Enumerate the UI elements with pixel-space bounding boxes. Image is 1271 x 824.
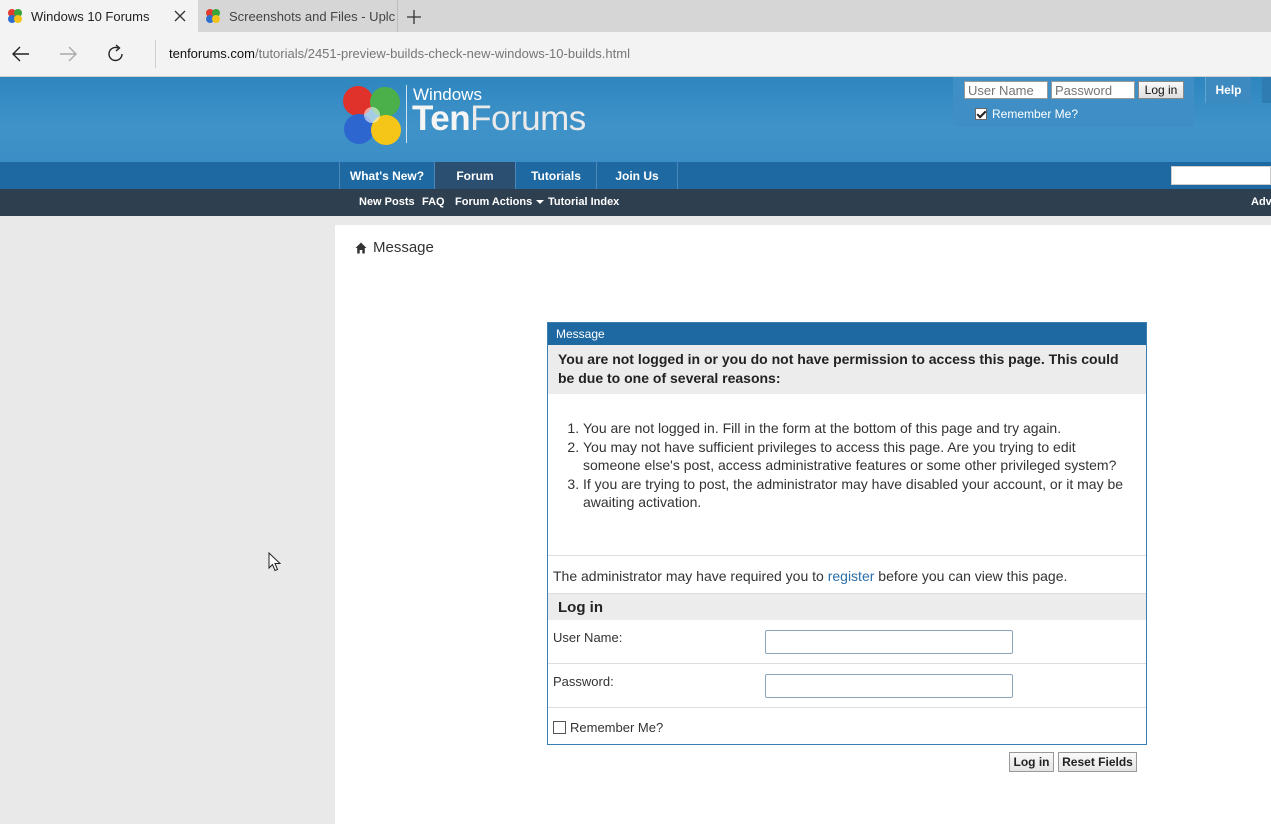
site-header: Windows TenForums Log in Remember Me? He… bbox=[0, 77, 1271, 162]
register-text-before: The administrator may have required you … bbox=[553, 568, 828, 584]
search-input[interactable] bbox=[1171, 166, 1271, 185]
logo-text-forums: Forums bbox=[470, 99, 586, 138]
header-login-button[interactable]: Log in bbox=[1138, 81, 1184, 99]
login-submit-button[interactable]: Log in bbox=[1009, 752, 1054, 772]
subnav-advanced-search[interactable]: Adv bbox=[1251, 189, 1271, 216]
message-box: Message You are not logged in or you do … bbox=[547, 322, 1147, 745]
subnav-tutorial-index[interactable]: Tutorial Index bbox=[548, 189, 619, 216]
message-box-title: Message bbox=[548, 323, 1146, 345]
reason-item: If you are trying to post, the administr… bbox=[583, 475, 1126, 512]
permission-warning: You are not logged in or you do not have… bbox=[548, 345, 1146, 394]
back-arrow-icon[interactable] bbox=[10, 43, 32, 65]
tab-whats-new[interactable]: What's New? bbox=[339, 162, 435, 189]
tenforums-favicon-icon bbox=[206, 9, 220, 23]
remember-me-row[interactable]: Remember Me? bbox=[548, 708, 1146, 746]
username-row: User Name: bbox=[548, 620, 1146, 664]
tab-title: Screenshots and Files - Uplc bbox=[229, 8, 396, 24]
chevron-down-icon bbox=[536, 200, 545, 205]
forward-arrow-icon[interactable] bbox=[57, 43, 79, 65]
subnav-new-posts[interactable]: New Posts bbox=[359, 189, 415, 216]
register-link[interactable]: register bbox=[828, 568, 875, 584]
subnav-faq[interactable]: FAQ bbox=[422, 189, 445, 216]
breadcrumb-current: Message bbox=[373, 239, 434, 256]
login-section-title: Log in bbox=[548, 593, 1146, 620]
reason-item: You may not have sufficient privileges t… bbox=[583, 438, 1126, 475]
header-right-tab[interactable] bbox=[1262, 77, 1271, 103]
header-username-input[interactable] bbox=[964, 81, 1048, 99]
register-notice: The administrator may have required you … bbox=[548, 556, 1146, 593]
main-navbar: What's New? Forum Tutorials Join Us bbox=[0, 162, 1271, 189]
tab-tutorials[interactable]: Tutorials bbox=[516, 162, 597, 189]
password-field[interactable] bbox=[765, 674, 1013, 698]
refresh-icon[interactable] bbox=[105, 43, 127, 65]
tenforums-favicon-icon bbox=[8, 9, 22, 23]
home-icon[interactable] bbox=[355, 242, 367, 254]
subnav-forum-actions-label: Forum Actions bbox=[455, 196, 533, 208]
tab-join-us[interactable]: Join Us bbox=[597, 162, 678, 189]
subnav-forum-actions[interactable]: Forum Actions bbox=[455, 189, 545, 216]
sub-navbar: New Posts FAQ Forum Actions Tutorial Ind… bbox=[0, 189, 1271, 216]
logo-text-ten: Ten bbox=[412, 99, 471, 138]
username-label: User Name: bbox=[553, 630, 623, 645]
browser-tab-inactive[interactable]: Screenshots and Files - Uplc bbox=[198, 0, 398, 32]
url-host: tenforums.com bbox=[169, 46, 255, 61]
remember-checkbox-checked[interactable] bbox=[975, 108, 987, 120]
reasons-list: You are not logged in. Fill in the form … bbox=[548, 394, 1146, 556]
mouse-pointer-icon bbox=[268, 552, 282, 572]
url-field[interactable]: tenforums.com/tutorials/2451-preview-bui… bbox=[155, 40, 630, 68]
header-remember-me[interactable]: Remember Me? bbox=[975, 107, 1078, 121]
help-button[interactable]: Help bbox=[1205, 77, 1251, 103]
url-path: /tutorials/2451-preview-builds-check-new… bbox=[254, 46, 630, 61]
browser-tab-bar: Windows 10 Forums Screenshots and Files … bbox=[0, 0, 1271, 32]
register-text-after: before you can view this page. bbox=[874, 568, 1068, 584]
remember-me-label: Remember Me? bbox=[570, 719, 664, 735]
breadcrumb: Message bbox=[355, 239, 434, 256]
close-tab-icon[interactable] bbox=[172, 8, 188, 24]
logo-divider bbox=[406, 85, 407, 143]
username-field[interactable] bbox=[765, 630, 1013, 654]
browser-tab-active[interactable]: Windows 10 Forums bbox=[0, 0, 198, 32]
logo-text-tenforums: TenForums bbox=[412, 99, 586, 139]
tab-forum[interactable]: Forum bbox=[435, 162, 516, 189]
reason-item: You are not logged in. Fill in the form … bbox=[583, 419, 1126, 438]
tab-title: Windows 10 Forums bbox=[31, 8, 150, 24]
header-password-input[interactable] bbox=[1051, 81, 1135, 99]
new-tab-plus-icon[interactable] bbox=[404, 7, 424, 27]
password-label: Password: bbox=[553, 674, 614, 689]
address-bar: tenforums.com/tutorials/2451-preview-bui… bbox=[0, 32, 1271, 77]
header-remember-label: Remember Me? bbox=[992, 107, 1079, 121]
reset-fields-button[interactable]: Reset Fields bbox=[1058, 752, 1137, 772]
password-row: Password: bbox=[548, 664, 1146, 708]
remember-me-checkbox[interactable] bbox=[553, 720, 566, 734]
header-login-panel: Log in Remember Me? bbox=[953, 77, 1194, 127]
